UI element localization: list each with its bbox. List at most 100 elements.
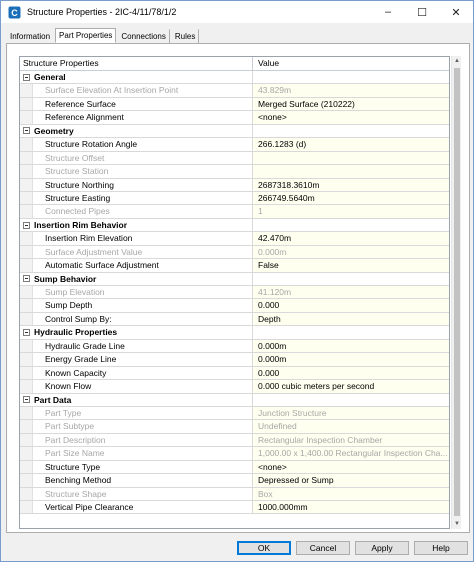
property-value[interactable]: 266749.5640m (253, 191, 449, 205)
cancel-button[interactable]: Cancel (296, 541, 350, 555)
scroll-down-icon[interactable]: ▼ (452, 519, 462, 529)
property-row[interactable]: Hydraulic Grade Line 0.000m (20, 339, 449, 354)
property-label: Sump Depth (33, 299, 253, 312)
property-value[interactable]: 42.470m (253, 232, 449, 245)
row-gutter (20, 245, 33, 259)
property-label: Reference Surface (33, 97, 253, 111)
collapse-icon[interactable] (20, 326, 33, 339)
property-row[interactable]: Insertion Rim Elevation 42.470m (20, 232, 449, 246)
property-value[interactable]: Depressed or Sump (253, 474, 449, 487)
property-row[interactable]: Reference Surface Merged Surface (210222) (20, 97, 449, 112)
scroll-up-icon[interactable]: ▲ (452, 56, 462, 66)
row-gutter (20, 380, 33, 393)
maximize-icon[interactable]: ☐ (405, 1, 439, 23)
header-value[interactable]: Value (253, 57, 449, 70)
scroll-thumb[interactable] (454, 68, 460, 516)
property-row[interactable]: Sump Depth 0.000 (20, 299, 449, 313)
property-row[interactable]: Automatic Surface Adjustment False (20, 259, 449, 273)
property-label: Sump Elevation (33, 286, 253, 299)
header-structure-properties[interactable]: Structure Properties (20, 57, 253, 70)
property-row[interactable]: Benching Method Depressed or Sump (20, 474, 449, 488)
collapse-icon[interactable] (20, 393, 33, 406)
collapse-icon[interactable] (20, 218, 33, 232)
property-row[interactable]: Energy Grade Line 0.000m (20, 353, 449, 367)
category-row[interactable]: Hydraulic Properties (20, 326, 449, 340)
category-row[interactable]: Sump Behavior (20, 272, 449, 286)
property-row[interactable]: Structure Offset (20, 151, 449, 166)
property-label: Connected Pipes (33, 205, 253, 218)
category-row[interactable]: Geometry (20, 124, 449, 139)
category-row[interactable]: Part Data (20, 393, 449, 407)
tab-rules[interactable]: Rules (171, 29, 200, 43)
property-label: Part Subtype (33, 420, 253, 433)
ok-button[interactable]: OK (237, 541, 291, 555)
property-value[interactable]: Merged Surface (210222) (253, 97, 449, 111)
property-row[interactable]: Surface Elevation At Insertion Point 43.8… (20, 84, 449, 98)
property-label: Known Capacity (33, 366, 253, 380)
tab-part-properties[interactable]: Part Properties (55, 28, 117, 43)
minus-box-icon[interactable] (23, 329, 30, 337)
property-value[interactable]: 0.000 cubic meters per second (253, 380, 449, 393)
property-value[interactable]: <none> (253, 111, 449, 124)
category-row[interactable]: Insertion Rim Behavior (20, 218, 449, 233)
property-row[interactable]: Structure Northing 2687318.3610m (20, 178, 449, 192)
property-row[interactable]: Structure Easting 266749.5640m (20, 191, 449, 206)
collapse-icon[interactable] (20, 272, 33, 285)
help-button[interactable]: Help (414, 541, 468, 555)
property-row[interactable]: Vertical Pipe Clearance 1000.000mm (20, 501, 449, 515)
property-value[interactable]: False (253, 259, 449, 272)
vertical-scrollbar[interactable]: ▲ ▼ (451, 56, 461, 529)
tab-information[interactable]: Information (6, 29, 54, 43)
property-value[interactable]: 0.000 (253, 299, 449, 312)
collapse-icon[interactable] (20, 124, 33, 138)
row-gutter (20, 111, 33, 124)
property-row[interactable]: Structure Type <none> (20, 460, 449, 475)
row-gutter (20, 474, 33, 487)
property-row[interactable]: Sump Elevation 41.120m (20, 286, 449, 300)
property-row[interactable]: Part Size Name 1,000.00 x 1,400.00 Rectan… (20, 447, 449, 461)
property-label: Surface Adjustment Value (33, 245, 253, 259)
property-value[interactable]: 0.000 (253, 366, 449, 380)
row-gutter (20, 259, 33, 272)
property-value[interactable]: 2687318.3610m (253, 178, 449, 191)
property-row[interactable]: Connected Pipes 1 (20, 205, 449, 219)
property-value: 1,000.00 x 1,400.00 Rectangular Inspecti… (253, 447, 449, 460)
property-row[interactable]: Known Flow 0.000 cubic meters per second (20, 380, 449, 394)
property-label: Energy Grade Line (33, 353, 253, 366)
tab-strip: Information Part Properties Connections … (6, 28, 200, 43)
property-value[interactable]: 0.000m (253, 353, 449, 366)
category-value-cell (253, 218, 449, 232)
minus-box-icon[interactable] (23, 127, 30, 135)
category-row[interactable]: General (20, 71, 449, 85)
property-value[interactable]: 1000.000mm (253, 501, 449, 514)
property-row[interactable]: Reference Alignment <none> (20, 111, 449, 125)
property-row[interactable]: Known Capacity 0.000 (20, 366, 449, 381)
property-label: Known Flow (33, 380, 253, 393)
minus-box-icon[interactable] (23, 396, 30, 404)
minimize-icon[interactable]: – (371, 1, 405, 23)
property-row[interactable]: Structure Rotation Angle 266.1283 (d) (20, 138, 449, 152)
minus-box-icon[interactable] (23, 221, 30, 229)
property-value: Box (253, 487, 449, 500)
property-row[interactable]: Structure Station (20, 165, 449, 179)
property-row[interactable]: Part Description Rectangular Inspection C… (20, 433, 449, 448)
property-value[interactable]: 0.000m (253, 339, 449, 353)
property-row[interactable]: Part Subtype Undefined (20, 420, 449, 434)
row-gutter (20, 433, 33, 447)
property-value[interactable]: 266.1283 (d) (253, 138, 449, 151)
property-value[interactable]: Depth (253, 312, 449, 326)
collapse-icon[interactable] (20, 71, 33, 84)
minus-box-icon[interactable] (23, 275, 30, 283)
apply-button[interactable]: Apply (355, 541, 409, 555)
minus-box-icon[interactable] (23, 73, 30, 81)
row-gutter (20, 165, 33, 178)
property-row[interactable]: Surface Adjustment Value 0.000m (20, 245, 449, 260)
category-label: Part Data (33, 393, 253, 406)
tab-connections[interactable]: Connections (117, 29, 170, 43)
property-row[interactable]: Part Type Junction Structure (20, 406, 449, 421)
dialog-buttons: OK Cancel Apply Help (1, 541, 474, 557)
close-icon[interactable]: ✕ (439, 1, 473, 23)
property-value[interactable]: <none> (253, 460, 449, 474)
property-row[interactable]: Control Sump By: Depth (20, 312, 449, 327)
property-row[interactable]: Structure Shape Box (20, 487, 449, 501)
